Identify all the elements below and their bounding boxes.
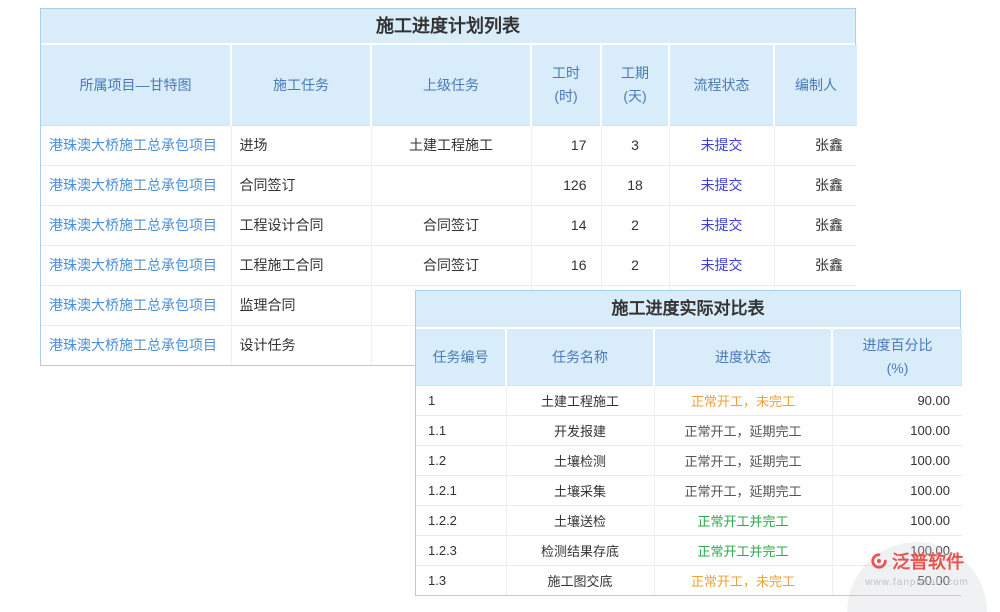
parent-task-cell: 合同签订 [371, 205, 531, 245]
parent-task-cell [371, 165, 531, 205]
work-hours-cell: 126 [531, 165, 601, 205]
duration-days-cell: 2 [601, 245, 669, 285]
construction-task-cell: 设计任务 [231, 325, 371, 365]
progress-percent-cell: 100.00 [832, 445, 962, 475]
fanpu-logo-icon [870, 552, 888, 570]
construction-task-cell: 合同签订 [231, 165, 371, 205]
watermark-brand-line: 泛普软件 [844, 548, 990, 574]
plan-table-row: 港珠澳大桥施工总承包项目合同签订 12618未提交张鑫 [41, 165, 857, 205]
compare-table-row: 1.1开发报建正常开工，延期完工100.00 [416, 415, 962, 445]
compare-column-header: 任务名称 [506, 329, 654, 385]
author-cell: 张鑫 [774, 245, 857, 285]
duration-days-cell: 2 [601, 205, 669, 245]
progress-status-cell: 正常开工并完工 [654, 535, 832, 565]
progress-status-cell: 正常开工，未完工 [654, 385, 832, 415]
progress-status-cell: 正常开工并完工 [654, 505, 832, 535]
plan-table-title: 施工进度计划列表 [41, 9, 855, 45]
plan-column-header: 施工任务 [231, 45, 371, 125]
author-cell: 张鑫 [774, 165, 857, 205]
watermark-brand-text: 泛普软件 [892, 548, 964, 574]
construction-task-cell: 监理合同 [231, 285, 371, 325]
watermark: 泛普软件 www.fanpusoft.com [844, 534, 990, 598]
task-id-cell: 1.1 [416, 415, 506, 445]
task-name-cell: 土壤采集 [506, 475, 654, 505]
progress-percent-cell: 90.00 [832, 385, 962, 415]
progress-percent-cell: 100.00 [832, 475, 962, 505]
plan-column-header: 上级任务 [371, 45, 531, 125]
compare-header-row: 任务编号任务名称进度状态进度百分比 (%) [416, 329, 962, 385]
task-id-cell: 1 [416, 385, 506, 415]
construction-task-cell: 工程施工合同 [231, 245, 371, 285]
progress-status-cell: 正常开工，延期完工 [654, 415, 832, 445]
task-id-cell: 1.2.3 [416, 535, 506, 565]
parent-task-cell: 合同签订 [371, 245, 531, 285]
author-cell: 张鑫 [774, 205, 857, 245]
progress-percent-cell: 100.00 [832, 415, 962, 445]
plan-column-header: 工时 (时) [531, 45, 601, 125]
author-cell: 张鑫 [774, 125, 857, 165]
progress-status-cell: 正常开工，延期完工 [654, 445, 832, 475]
task-name-cell: 土建工程施工 [506, 385, 654, 415]
compare-column-header: 任务编号 [416, 329, 506, 385]
work-hours-cell: 14 [531, 205, 601, 245]
work-hours-cell: 16 [531, 245, 601, 285]
flow-status-cell: 未提交 [669, 205, 774, 245]
progress-percent-cell: 100.00 [832, 505, 962, 535]
construction-task-cell: 进场 [231, 125, 371, 165]
watermark-url: www.fanpusoft.com [844, 577, 990, 588]
plan-column-header: 工期 (天) [601, 45, 669, 125]
project-gantt-link[interactable]: 港珠澳大桥施工总承包项目 [41, 325, 231, 365]
work-hours-cell: 17 [531, 125, 601, 165]
task-name-cell: 施工图交底 [506, 565, 654, 595]
task-name-cell: 土壤送检 [506, 505, 654, 535]
project-gantt-link[interactable]: 港珠澳大桥施工总承包项目 [41, 205, 231, 245]
project-gantt-link[interactable]: 港珠澳大桥施工总承包项目 [41, 125, 231, 165]
compare-table-row: 1.2.2土壤送检正常开工并完工100.00 [416, 505, 962, 535]
plan-column-header: 编制人 [774, 45, 857, 125]
task-id-cell: 1.2.2 [416, 505, 506, 535]
task-name-cell: 土壤检测 [506, 445, 654, 475]
task-name-cell: 开发报建 [506, 415, 654, 445]
progress-status-cell: 正常开工，未完工 [654, 565, 832, 595]
task-id-cell: 1.2.1 [416, 475, 506, 505]
flow-status-cell: 未提交 [669, 165, 774, 205]
compare-column-header: 进度百分比 (%) [832, 329, 962, 385]
task-name-cell: 检测结果存底 [506, 535, 654, 565]
plan-table-row: 港珠澳大桥施工总承包项目进场土建工程施工173未提交张鑫 [41, 125, 857, 165]
compare-table-title: 施工进度实际对比表 [416, 291, 960, 329]
project-gantt-link[interactable]: 港珠澳大桥施工总承包项目 [41, 165, 231, 205]
compare-column-header: 进度状态 [654, 329, 832, 385]
plan-header-row: 所属项目—甘特图施工任务上级任务工时 (时)工期 (天)流程状态编制人 [41, 45, 857, 125]
compare-table-row: 1.2.1土壤采集正常开工，延期完工100.00 [416, 475, 962, 505]
compare-table-row: 1.2土壤检测正常开工，延期完工100.00 [416, 445, 962, 475]
progress-status-cell: 正常开工，延期完工 [654, 475, 832, 505]
plan-column-header: 流程状态 [669, 45, 774, 125]
flow-status-cell: 未提交 [669, 245, 774, 285]
duration-days-cell: 18 [601, 165, 669, 205]
task-id-cell: 1.2 [416, 445, 506, 475]
parent-task-cell: 土建工程施工 [371, 125, 531, 165]
project-gantt-link[interactable]: 港珠澳大桥施工总承包项目 [41, 245, 231, 285]
plan-table-row: 港珠澳大桥施工总承包项目工程施工合同合同签订162未提交张鑫 [41, 245, 857, 285]
compare-table-row: 1土建工程施工正常开工，未完工90.00 [416, 385, 962, 415]
project-gantt-link[interactable]: 港珠澳大桥施工总承包项目 [41, 285, 231, 325]
duration-days-cell: 3 [601, 125, 669, 165]
flow-status-cell: 未提交 [669, 125, 774, 165]
plan-table-row: 港珠澳大桥施工总承包项目工程设计合同合同签订142未提交张鑫 [41, 205, 857, 245]
task-id-cell: 1.3 [416, 565, 506, 595]
plan-column-header: 所属项目—甘特图 [41, 45, 231, 125]
construction-task-cell: 工程设计合同 [231, 205, 371, 245]
